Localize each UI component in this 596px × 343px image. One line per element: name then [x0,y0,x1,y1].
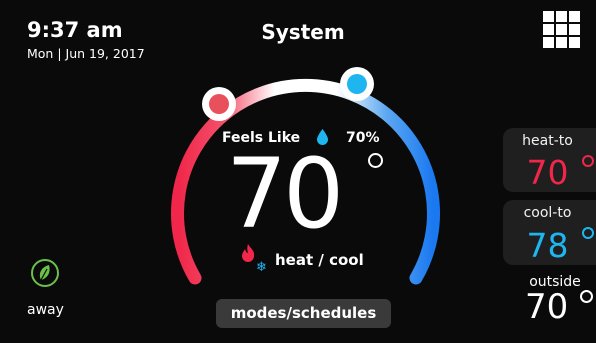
degree-icon [582,227,594,239]
system-mode-label: heat / cool [275,251,364,269]
cool-to-label: cool-to [523,205,572,221]
away-button[interactable]: away [27,302,64,318]
cool-to-value: 78 [526,226,569,265]
cool-to-panel[interactable]: cool-to 78 [503,200,596,265]
degree-icon [582,155,594,167]
thermostat-screen: 9:37 am Mon | Jun 19, 2017 System Feels … [0,0,596,343]
heat-setpoint-handle[interactable] [202,87,236,121]
heat-to-panel[interactable]: heat-to 70 [503,128,596,192]
heat-to-label: heat-to [522,133,573,149]
heat-to-value: 70 [526,153,569,192]
flame-icon [242,244,255,262]
outside-value: 70 [525,287,569,327]
degree-icon [580,290,593,303]
current-temperature: 70 [226,138,344,250]
humidity-value: 70% [346,130,380,146]
snowflake-icon: ❄ [256,260,267,275]
leaf-icon[interactable] [30,258,60,288]
cool-setpoint-handle[interactable] [340,67,374,101]
degree-icon [368,153,383,168]
modes-schedules-button[interactable]: modes/schedules [216,299,391,328]
